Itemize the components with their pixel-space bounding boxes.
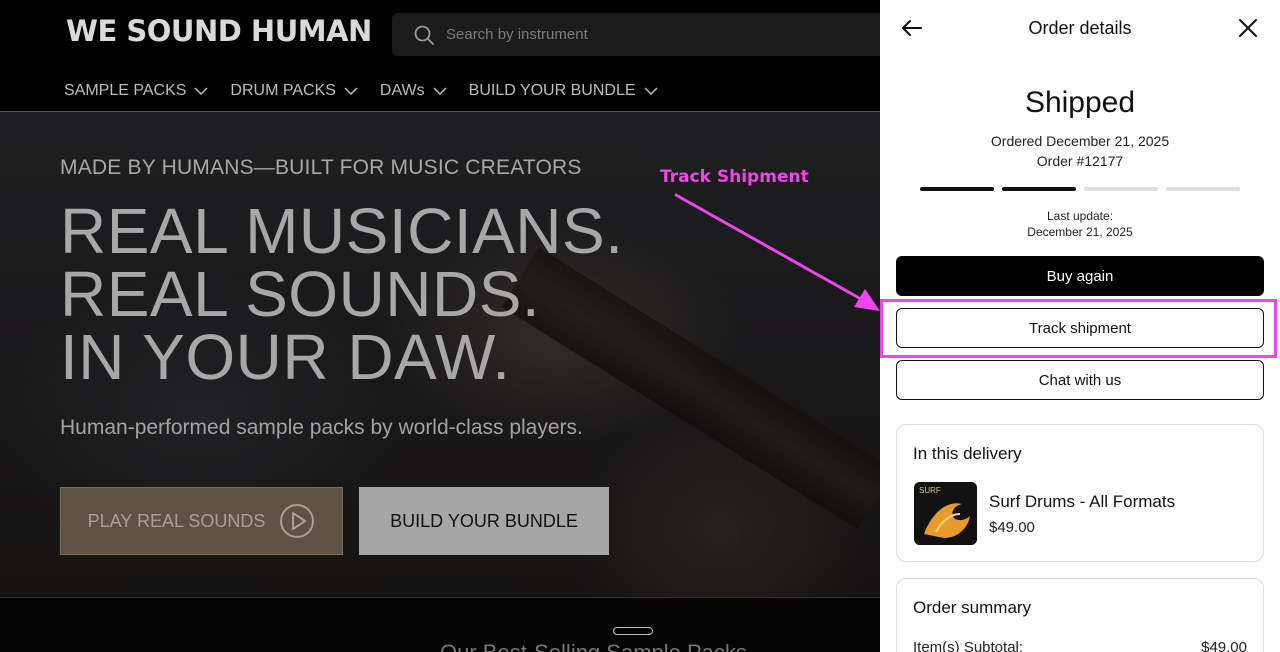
product-thumbnail[interactable]: SURF: [914, 482, 977, 545]
chevron-down-icon: [194, 86, 208, 95]
hero-headline-line: REAL MUSICIANS.: [60, 195, 624, 267]
product-price: $49.00: [989, 519, 1035, 536]
delivery-card: In this delivery SURF Surf Drums - All F…: [896, 424, 1264, 562]
play-button-label: PLAY REAL SOUNDS: [87, 510, 266, 531]
hero-headline: REAL MUSICIANS. REAL SOUNDS. IN YOUR DAW…: [60, 195, 624, 393]
main-nav: SAMPLE PACKS DRUM PACKS DAWs BUILD YOUR …: [64, 82, 680, 100]
nav-item-drum-packs[interactable]: DRUM PACKS: [230, 82, 358, 100]
chevron-down-icon: [643, 86, 658, 95]
drawer-title: Order details: [1028, 18, 1132, 38]
order-summary-card: Order summary Item(s) Subtotal: $49.00: [896, 578, 1264, 652]
drawer-header: Order details: [880, 0, 1280, 58]
last-update-date: December 21, 2025: [1027, 225, 1133, 239]
hero-headline-line: REAL SOUNDS.: [60, 258, 541, 330]
website-background: WE SOUND HUMAN SAMPLE PACKS DRUM PACKS D…: [0, 0, 880, 652]
order-number: Order #12177: [1036, 153, 1124, 169]
order-status: Shipped: [1024, 86, 1136, 119]
delivery-card-title: In this delivery: [913, 444, 1022, 463]
chevron-down-icon: [344, 86, 358, 95]
progress-step-complete: [920, 187, 994, 191]
search-bar[interactable]: [392, 13, 880, 56]
nav-item-build-your-bundle[interactable]: BUILD YOUR BUNDLE: [469, 82, 658, 100]
product-name[interactable]: Surf Drums - All Formats: [989, 492, 1175, 512]
build-your-bundle-button[interactable]: BUILD YOUR BUNDLE: [359, 487, 609, 555]
bundle-button-label: BUILD YOUR BUNDLE: [390, 510, 578, 531]
progress-step-complete: [1002, 187, 1076, 191]
order-date: Ordered December 21, 2025: [990, 133, 1170, 149]
last-update: Last update: December 21, 2025: [880, 208, 1280, 240]
site-logo[interactable]: WE SOUND HUMAN: [66, 14, 372, 48]
buy-again-button[interactable]: Buy again: [896, 256, 1264, 296]
site-header: WE SOUND HUMAN SAMPLE PACKS DRUM PACKS D…: [0, 0, 880, 112]
close-icon[interactable]: [1236, 16, 1260, 40]
nav-item-label: DAWs: [379, 82, 425, 99]
hero-subtitle: Human-performed sample packs by world-cl…: [60, 416, 583, 439]
search-icon: [414, 25, 434, 45]
order-details-drawer: Order details Shipped Ordered December 2…: [880, 0, 1280, 652]
hero-eyebrow: MADE BY HUMANS—BUILT FOR MUSIC CREATORS: [60, 156, 582, 179]
carousel-indicator[interactable]: [613, 627, 653, 635]
nav-item-label: DRUM PACKS: [230, 82, 336, 99]
progress-step-pending: [1084, 187, 1158, 191]
track-shipment-button[interactable]: Track shipment: [896, 308, 1264, 348]
last-update-label: Last update:: [1046, 209, 1114, 223]
progress-step-pending: [1166, 187, 1240, 191]
nav-item-daws[interactable]: DAWs: [380, 82, 447, 100]
play-circle-icon: [280, 504, 315, 538]
order-summary-title: Order summary: [913, 598, 1032, 617]
chevron-down-icon: [433, 86, 447, 95]
thumbnail-label: SURF: [919, 486, 941, 495]
subtotal-row: Item(s) Subtotal: $49.00: [913, 639, 1247, 652]
search-input[interactable]: [446, 26, 846, 43]
nav-item-label: SAMPLE PACKS: [64, 82, 187, 99]
next-section-title: Our Best-Selling Sample Packs: [440, 640, 747, 652]
shipment-progress-bar: [920, 187, 1240, 191]
subtotal-label: Item(s) Subtotal:: [913, 639, 1024, 652]
nav-item-sample-packs[interactable]: SAMPLE PACKS: [64, 82, 208, 100]
subtotal-value: $49.00: [1201, 639, 1247, 652]
annotation-label: Track Shipment: [660, 167, 809, 187]
play-real-sounds-button[interactable]: PLAY REAL SOUNDS: [60, 487, 343, 555]
chat-with-us-button[interactable]: Chat with us: [896, 360, 1264, 400]
hero-headline-line: IN YOUR DAW.: [60, 321, 511, 393]
nav-item-label: BUILD YOUR BUNDLE: [468, 82, 636, 99]
